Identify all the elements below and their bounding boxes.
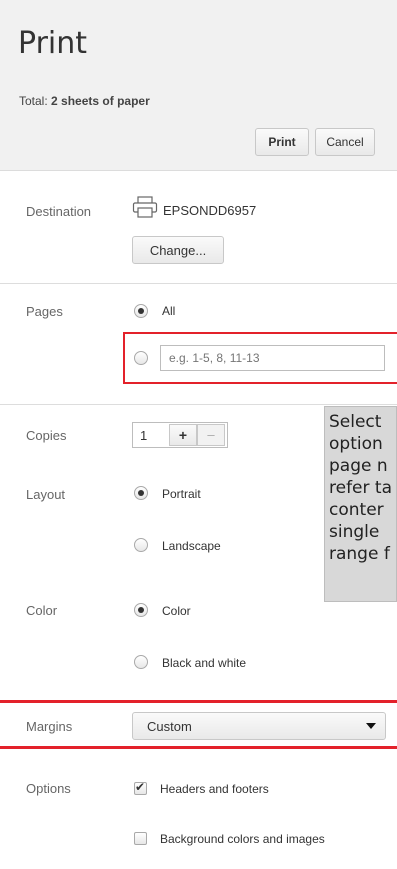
tooltip-line: Select (329, 412, 382, 432)
layout-landscape-label: Landscape (162, 539, 221, 553)
margins-select[interactable]: Custom (132, 712, 386, 740)
total-suffix: of paper (102, 94, 150, 108)
pages-label: Pages (26, 304, 63, 319)
tooltip-line: conter (329, 500, 384, 520)
pages-range-input[interactable] (160, 345, 385, 371)
print-button[interactable]: Print (255, 128, 309, 156)
headers-footers-label: Headers and footers (160, 782, 269, 796)
total-value: 2 sheets (51, 94, 100, 108)
margins-value: Custom (147, 719, 192, 734)
highlight-line-bottom (0, 746, 397, 749)
destination-label: Destination (26, 204, 92, 219)
layout-landscape-radio[interactable] (134, 538, 148, 552)
pages-all-radio[interactable] (134, 304, 148, 318)
color-bw-radio[interactable] (134, 655, 148, 669)
background-graphics-checkbox[interactable] (134, 832, 147, 845)
cancel-button[interactable]: Cancel (315, 128, 375, 156)
chevron-down-icon (366, 723, 376, 729)
highlight-line-top (0, 700, 397, 703)
color-color-label: Color (162, 604, 191, 618)
pages-range-radio[interactable] (134, 351, 148, 365)
print-header: Print Total: 2 sheets of paper Print Can… (0, 0, 397, 171)
change-destination-button[interactable]: Change... (132, 236, 224, 264)
tooltip-line: range f (329, 544, 390, 564)
total-sheets: Total: 2 sheets of paper (19, 94, 150, 108)
divider (0, 404, 397, 405)
color-label: Color (26, 603, 58, 618)
copies-label: Copies (26, 428, 67, 443)
tooltip-line: page n (329, 456, 388, 476)
headers-footers-checkbox[interactable] (134, 780, 147, 795)
page-title: Print (18, 26, 88, 61)
printer-icon (132, 196, 158, 218)
copies-stepper: 1 + – (132, 422, 228, 448)
background-graphics-label: Background colors and images (160, 832, 325, 846)
tooltip-line: option (329, 434, 383, 454)
copies-increment-button[interactable]: + (169, 424, 197, 446)
layout-portrait-radio[interactable] (134, 486, 148, 500)
divider (0, 283, 397, 284)
margins-label: Margins (26, 719, 73, 734)
color-color-radio[interactable] (134, 603, 148, 617)
copies-input[interactable]: 1 (140, 428, 147, 443)
pages-all-label: All (162, 304, 176, 318)
tooltip-line: refer ta (329, 478, 392, 498)
copies-decrement-button[interactable]: – (197, 424, 225, 446)
options-label: Options (26, 781, 71, 796)
layout-label: Layout (26, 487, 66, 502)
help-tooltip: Select option page n refer ta conter sin… (324, 406, 397, 602)
layout-portrait-label: Portrait (162, 487, 201, 501)
printer-name: EPSONDD6957 (163, 203, 257, 218)
total-label: Total: (19, 94, 48, 108)
color-bw-label: Black and white (162, 656, 247, 670)
tooltip-line: single (329, 522, 380, 542)
